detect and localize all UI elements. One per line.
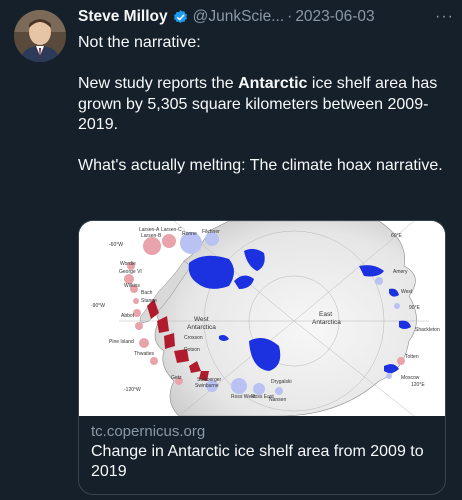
map-label-shackleton: Shackleton [415,327,440,333]
map-label-east: East [319,311,332,318]
author-avatar[interactable] [14,10,66,62]
map-label-ronne: Ronne [182,231,197,237]
map-label-pine-island: Pine Island [109,339,134,345]
link-preview-card[interactable]: Larsen-A Larsen-C Larsen-B Ronne Filchne… [78,220,446,495]
map-label-90e: 90°E [409,305,421,311]
map-label-crosson: Crosson [184,335,203,341]
map-label-wilkins: Wilkins [124,283,140,289]
author-handle[interactable]: @JunkScie... [193,8,285,26]
map-label-thwaites: Thwaites [134,351,155,357]
verified-badge-icon [172,9,189,26]
map-label-totten: Totten [405,354,419,360]
antarctica-map-image[interactable]: Larsen-A Larsen-C Larsen-B Ronne Filchne… [79,221,445,417]
tweet-date[interactable]: 2023-06-03 [295,8,374,26]
map-label-120w: -120°W [124,387,141,393]
tweet-text-segment: New study reports the [78,75,234,92]
map-label-west-shelf: West [401,289,413,295]
tweet-text: Not the narrative: New study reports the… [78,33,450,177]
map-label-george6: George VI [119,269,142,275]
map-label-dotson: Dotson [184,347,200,353]
map-label-west: West [194,316,209,323]
separator-dot: · [287,8,293,25]
map-label-60w: -60°W [109,242,123,248]
card-domain[interactable]: tc.copernicus.org [91,422,433,442]
map-label-60e: 60°E [391,233,403,239]
map-label-abbot: Abbot [121,313,135,319]
map-label-west-antarctica: Antarctica [187,324,216,331]
tweet-line: What's actually melting: The climate hoa… [78,157,443,174]
map-label-stange: Stange [141,298,157,304]
map-label-wordie: Wordie [120,261,136,267]
more-horizontal-icon[interactable]: ··· [435,8,454,26]
map-label-drygalski: Drygalski [271,379,292,385]
map-label-larsen-c: Larsen-C [161,227,182,233]
tweet-bold-word: Antarctic [238,75,308,92]
tweet-header: Steve Milloy @JunkScie... · 2023-06-03 ·… [78,7,454,27]
card-meta: tc.copernicus.org Change in Antarctic ic… [79,416,445,482]
map-label-larsen-b: Larsen-B [141,233,162,239]
author-name[interactable]: Steve Milloy [78,8,168,26]
map-label-amery: Amery [393,269,408,275]
map-label-nansen: Nansen [269,397,286,403]
tweet-paragraph: New study reports the Antarctic ice shel… [78,74,450,136]
map-label-getz: Getz [171,375,182,381]
card-title[interactable]: Change in Antarctic ice shelf area from … [91,442,433,482]
map-label-bach: Bach [141,290,153,296]
map-label-moscow: Moscow [401,375,420,381]
map-label-90w: -90°W [91,303,105,309]
map-label-120e: 120°E [411,382,425,388]
map-label-swinburne: Swinburne [195,383,219,389]
map-label-east-antarctica: Antarctica [312,319,341,326]
tweet-line: Not the narrative: [78,34,201,51]
map-label-filchner: Filchner [202,229,220,235]
